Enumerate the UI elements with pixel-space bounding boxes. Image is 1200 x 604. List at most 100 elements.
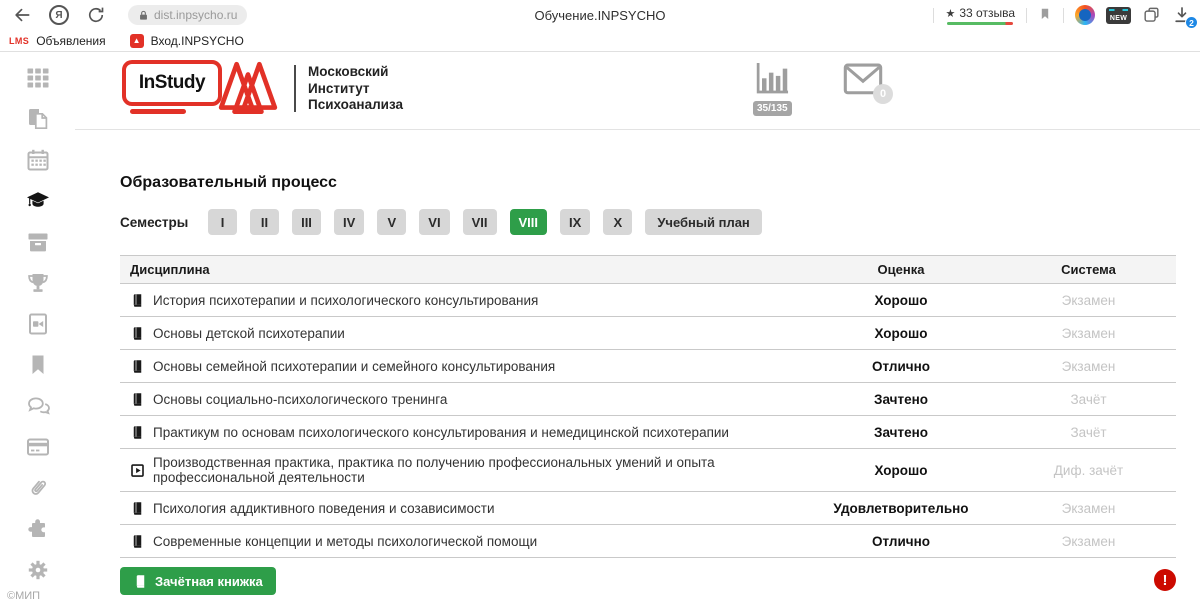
grade-value: Отлично	[801, 359, 1001, 374]
book-icon	[130, 501, 145, 516]
sidebar-item-video-materials[interactable]	[23, 312, 53, 336]
sidebar-item-attachments[interactable]	[23, 476, 53, 500]
bookmarks-bar: LMS Объявления ▲ Вход.INPSYCHO	[0, 30, 1200, 52]
grading-system: Экзамен	[1001, 293, 1176, 308]
downloads-icon[interactable]: 2	[1172, 5, 1192, 25]
discipline-cell: Психология аддиктивного поведения и соза…	[120, 495, 801, 522]
back-icon[interactable]	[12, 5, 32, 25]
table-row[interactable]: Производственная практика, практика по п…	[120, 449, 1176, 492]
discipline-name: Практикум по основам психологического ко…	[153, 425, 729, 440]
app-frame: ©МИП InStudy Московский Институт Психоан…	[0, 52, 1200, 604]
sidebar-item-payments[interactable]	[23, 435, 53, 459]
semester-row: Семестры IIIIIIIVVVIVIIVIIIIXX Учебный п…	[120, 209, 1176, 235]
study-plan-button[interactable]: Учебный план	[645, 209, 761, 235]
extension-browser-icon[interactable]	[1075, 5, 1095, 25]
gear-icon	[26, 558, 50, 582]
semester-tab-IX[interactable]: IX	[560, 209, 590, 235]
page-title: Образовательный процесс	[120, 174, 1176, 192]
semester-tab-II[interactable]: II	[250, 209, 279, 235]
table-row[interactable]: Практикум по основам психологического ко…	[120, 416, 1176, 449]
sidebar-item-settings[interactable]	[23, 558, 53, 582]
bookmark-label: Объявления	[36, 34, 105, 48]
puzzle-icon	[26, 517, 50, 541]
main-section: Образовательный процесс Семестры IIIIIII…	[75, 130, 1200, 595]
institute-name-line: Институт	[308, 81, 403, 98]
discipline-name: Основы семейной психотерапии и семейного…	[153, 359, 555, 374]
graduation-cap-icon	[26, 189, 50, 213]
mail-count-badge: 0	[873, 84, 893, 104]
institute-name-line: Московский	[308, 64, 403, 81]
extension-new-icon[interactable]: NEW	[1106, 7, 1131, 24]
progress-stats[interactable]: 35/135	[753, 59, 792, 116]
grade-value: Отлично	[801, 534, 1001, 549]
chat-icon	[26, 394, 50, 418]
semester-tab-VII[interactable]: VII	[463, 209, 497, 235]
bookmark-label: Вход.INPSYCHO	[151, 34, 244, 48]
sidebar-item-messages[interactable]	[23, 394, 53, 418]
book-icon	[133, 574, 148, 589]
table-row[interactable]: Современные концепции и методы психологи…	[120, 525, 1176, 558]
instudy-logo-stand	[130, 109, 186, 114]
side-nav: ©МИП	[0, 52, 75, 604]
copyright-label: ©МИП	[7, 590, 40, 602]
sidebar-item-dashboard[interactable]	[23, 66, 53, 90]
reviews-rating[interactable]: 33 отзыва	[945, 6, 1015, 25]
column-header-system: Система	[1001, 262, 1176, 277]
sidebar-item-bookmarks[interactable]	[23, 353, 53, 377]
site-header: InStudy Московский Институт Психоанализа…	[75, 52, 1200, 130]
grid-icon	[26, 66, 50, 90]
discipline-cell: История психотерапии и психологического …	[120, 287, 801, 314]
semester-tab-V[interactable]: V	[377, 209, 406, 235]
sidebar-item-archive[interactable]	[23, 230, 53, 254]
sidebar-item-achievements[interactable]	[23, 271, 53, 295]
semester-tab-IV[interactable]: IV	[334, 209, 364, 235]
discipline-cell: Основы детской психотерапии	[120, 320, 801, 347]
address-bar[interactable]: dist.inpsycho.ru	[128, 5, 247, 25]
sidebar-item-calendar[interactable]	[23, 148, 53, 172]
play-icon	[130, 463, 145, 478]
book-icon	[130, 359, 145, 374]
table-row[interactable]: Основы социально-психологического тренин…	[120, 383, 1176, 416]
archive-icon	[26, 230, 50, 254]
bookmark-item-announcements[interactable]: LMS Объявления	[9, 34, 106, 48]
table-row[interactable]: История психотерапии и психологического …	[120, 284, 1176, 317]
toolbar-separator	[1063, 8, 1064, 23]
grade-value: Хорошо	[801, 293, 1001, 308]
lock-icon	[138, 10, 149, 21]
documents-icon	[26, 107, 50, 131]
sidebar-item-education[interactable]	[23, 189, 53, 213]
semester-tab-VIII[interactable]: VIII	[510, 209, 548, 235]
rating-bar	[947, 22, 1013, 25]
grade-value: Зачтено	[801, 392, 1001, 407]
bookmark-icon	[26, 353, 50, 377]
table-row[interactable]: Основы детской психотерапииХорошоЭкзамен	[120, 317, 1176, 350]
side-panel-icon[interactable]	[1142, 6, 1161, 25]
semester-tab-III[interactable]: III	[292, 209, 321, 235]
bookmark-flag-icon[interactable]	[1038, 7, 1052, 23]
discipline-cell: Современные концепции и методы психологи…	[120, 528, 801, 555]
instudy-logo[interactable]: InStudy	[122, 60, 222, 114]
table-row[interactable]: Основы семейной психотерапии и семейного…	[120, 350, 1176, 383]
reload-icon[interactable]	[86, 5, 106, 25]
institute-name-line: Психоанализа	[308, 97, 403, 114]
grading-system: Зачёт	[1001, 425, 1176, 440]
grading-system: Экзамен	[1001, 359, 1176, 374]
discipline-name: Основы детской психотерапии	[153, 326, 345, 341]
logo-divider	[294, 65, 296, 112]
semester-tab-X[interactable]: X	[603, 209, 632, 235]
semester-tab-I[interactable]: I	[208, 209, 237, 235]
discipline-cell: Производственная практика, практика по п…	[120, 449, 801, 491]
gradebook-button-label: Зачётная книжка	[155, 574, 263, 589]
bookmark-item-login[interactable]: ▲ Вход.INPSYCHO	[130, 34, 244, 48]
alert-notification-icon[interactable]	[1154, 569, 1176, 591]
messages-envelope[interactable]: 0	[843, 62, 883, 96]
sidebar-item-services[interactable]	[23, 517, 53, 541]
sidebar-item-documents[interactable]	[23, 107, 53, 131]
institute-triangles-logo[interactable]	[217, 59, 279, 119]
semester-tab-VI[interactable]: VI	[419, 209, 449, 235]
gradebook-button[interactable]: Зачётная книжка	[120, 567, 276, 595]
toolbar-separator	[1026, 8, 1027, 23]
table-row[interactable]: Психология аддиктивного поведения и соза…	[120, 492, 1176, 525]
browser-profile-icon[interactable]: Я	[49, 5, 69, 25]
discipline-cell: Основы социально-психологического тренин…	[120, 386, 801, 413]
